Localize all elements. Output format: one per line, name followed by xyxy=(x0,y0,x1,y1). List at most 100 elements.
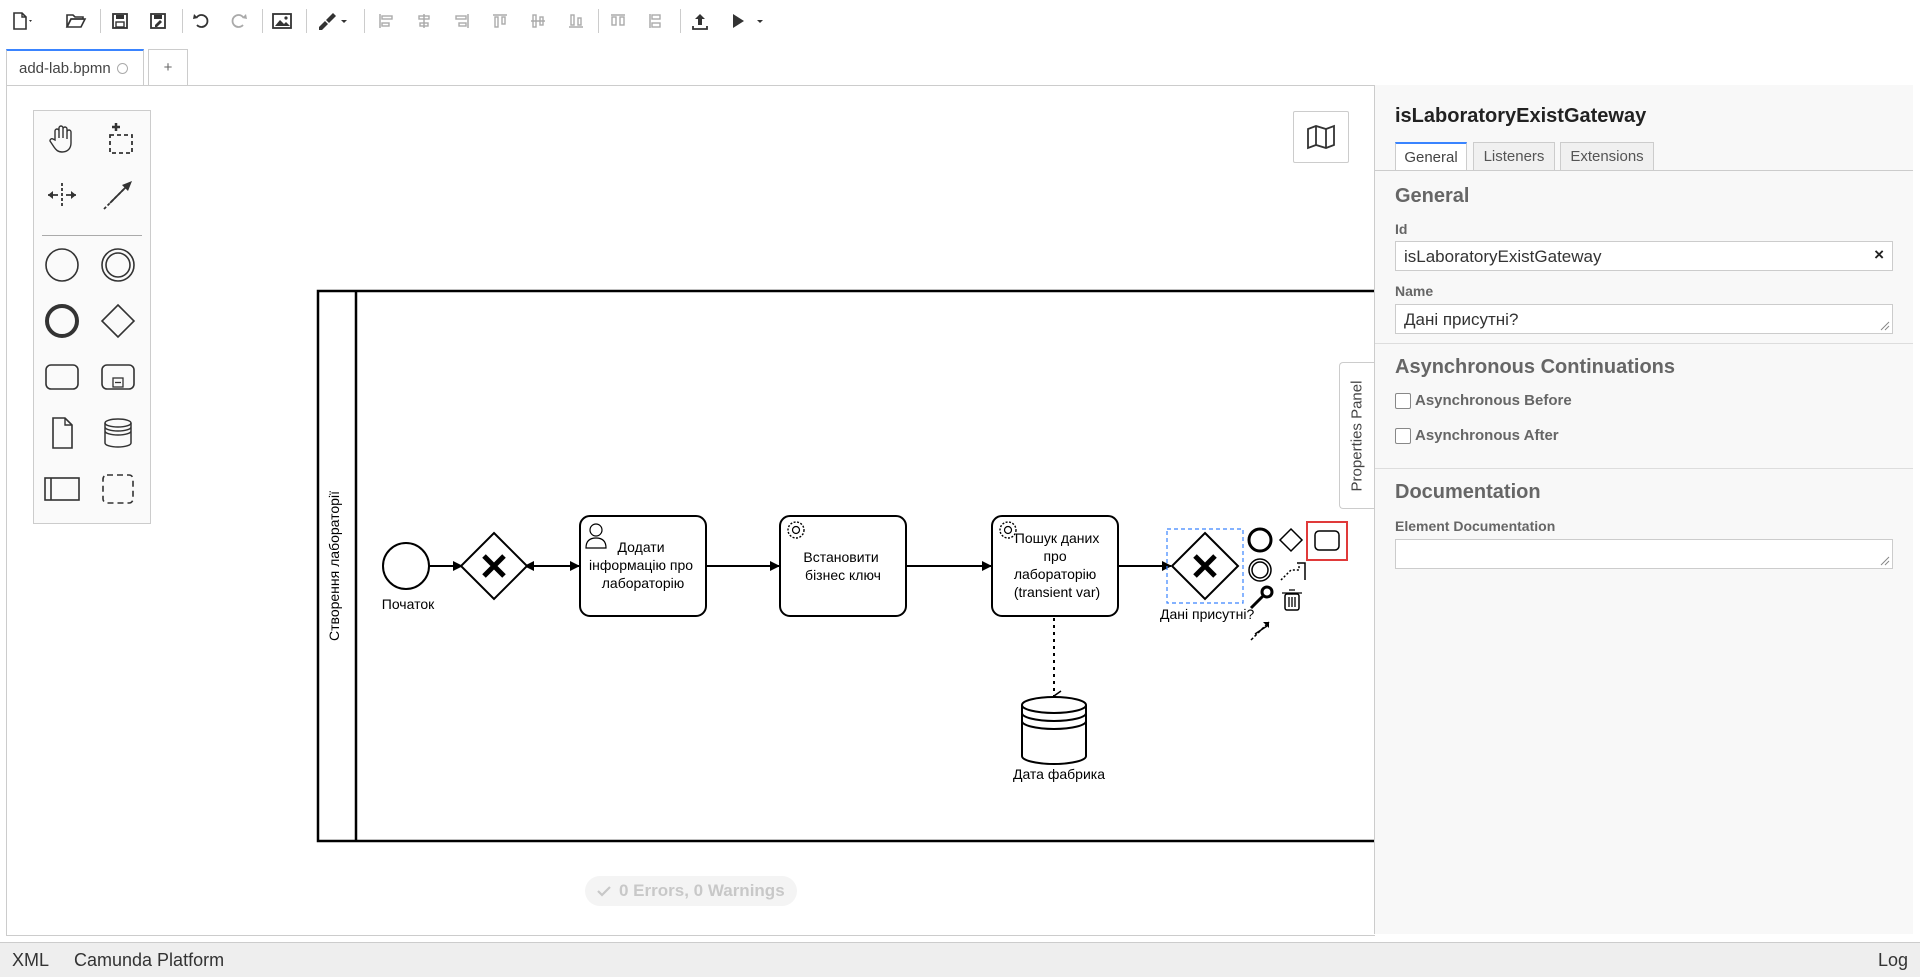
align-middle-button[interactable] xyxy=(524,8,552,34)
toolbar-separator xyxy=(364,9,365,33)
xml-button[interactable]: XML xyxy=(12,950,49,971)
tab-extensions[interactable]: Extensions xyxy=(1560,142,1654,170)
linting-status-text: 0 Errors, 0 Warnings xyxy=(619,881,785,900)
append-end-event-icon[interactable] xyxy=(1247,527,1273,553)
tab-add-lab[interactable]: add-lab.bpmn xyxy=(6,49,144,86)
export-image-button[interactable] xyxy=(268,8,296,34)
minimap-toggle[interactable] xyxy=(1293,111,1349,163)
global-connect-tool[interactable] xyxy=(96,173,140,217)
align-left-icon xyxy=(379,14,393,28)
clear-id-icon[interactable]: × xyxy=(1874,245,1884,265)
align-right-icon xyxy=(455,14,469,28)
create-intermediate-event[interactable] xyxy=(96,243,140,287)
task1-line3: лабораторію xyxy=(602,575,684,591)
data-store[interactable] xyxy=(1021,696,1087,765)
start-event[interactable] xyxy=(382,542,430,590)
hand-tool[interactable] xyxy=(40,117,84,161)
resize-handle-icon[interactable] xyxy=(1880,556,1890,566)
bpmn-canvas[interactable]: Створення лабораторії Початок Додати інф… xyxy=(6,85,1375,936)
save-as-button[interactable] xyxy=(144,8,172,34)
create-task[interactable] xyxy=(40,355,84,399)
align-bottom-icon xyxy=(569,14,583,28)
distribute-vertical-icon xyxy=(649,14,661,28)
open-file-button[interactable] xyxy=(62,8,90,34)
pool-label: Створення лабораторії xyxy=(326,491,342,641)
align-right-button[interactable] xyxy=(448,8,476,34)
section-divider xyxy=(1375,343,1913,344)
distribute-vertical-button[interactable] xyxy=(642,8,670,34)
start-event-icon xyxy=(45,248,79,282)
run-button[interactable] xyxy=(724,8,772,34)
async-before-label: Asynchronous Before xyxy=(1415,392,1572,409)
properties-panel-toggle-label: Properties Panel xyxy=(1348,380,1366,491)
color-picker-button[interactable] xyxy=(312,8,352,34)
tab-listeners[interactable]: Listeners xyxy=(1473,142,1555,170)
panel-title: isLaboratoryExistGateway xyxy=(1395,105,1647,127)
redo-button[interactable] xyxy=(224,8,252,34)
create-data-object[interactable] xyxy=(40,411,84,455)
tab-label: add-lab.bpmn xyxy=(19,60,111,77)
align-top-button[interactable] xyxy=(486,8,514,34)
undo-button[interactable] xyxy=(188,8,216,34)
check-icon xyxy=(597,886,611,897)
align-top-icon xyxy=(493,14,507,28)
end-event-icon xyxy=(45,304,79,338)
upload-icon xyxy=(692,14,708,30)
redo-icon xyxy=(231,14,247,28)
user-task[interactable]: Додати інформацію про лабораторію xyxy=(579,515,707,617)
align-center-button[interactable] xyxy=(410,8,438,34)
new-file-button[interactable] xyxy=(8,8,36,34)
task3-line3: лабораторію xyxy=(1014,566,1096,582)
properties-panel-toggle[interactable]: Properties Panel xyxy=(1339,362,1374,509)
name-label: Name xyxy=(1395,283,1434,299)
distribute-horizontal-button[interactable] xyxy=(604,8,632,34)
align-bottom-button[interactable] xyxy=(562,8,590,34)
append-intermediate-event-icon[interactable] xyxy=(1248,558,1272,582)
general-section-title: General xyxy=(1395,185,1470,207)
async-after-row[interactable]: Asynchronous After xyxy=(1395,427,1559,444)
folder-open-icon xyxy=(65,14,87,28)
deploy-button[interactable] xyxy=(686,8,714,34)
data-object-icon xyxy=(52,417,73,449)
documentation-label: Element Documentation xyxy=(1395,518,1556,534)
trash-icon[interactable] xyxy=(1282,589,1302,611)
create-group[interactable] xyxy=(96,467,140,511)
align-left-button[interactable] xyxy=(372,8,400,34)
create-pool[interactable] xyxy=(40,467,84,511)
tab-general[interactable]: General xyxy=(1395,142,1467,170)
hand-icon xyxy=(49,125,72,153)
create-data-store[interactable] xyxy=(96,411,140,455)
platform-label[interactable]: Camunda Platform xyxy=(74,950,224,971)
save-button[interactable] xyxy=(106,8,134,34)
linting-status[interactable]: 0 Errors, 0 Warnings xyxy=(585,876,797,906)
task1-line2: інформацію про xyxy=(589,557,693,573)
save-as-icon xyxy=(150,13,166,29)
align-center-icon xyxy=(418,14,430,28)
async-before-checkbox[interactable] xyxy=(1395,392,1411,409)
undo-icon xyxy=(193,14,209,28)
log-button[interactable]: Log xyxy=(1878,950,1908,971)
align-middle-icon xyxy=(531,14,545,28)
async-before-row[interactable]: Asynchronous Before xyxy=(1395,392,1572,409)
service-task[interactable]: Пошук даних про лабораторію (transient v… xyxy=(991,515,1119,617)
id-input[interactable]: isLaboratoryExistGateway × xyxy=(1395,241,1893,271)
async-after-checkbox[interactable] xyxy=(1395,427,1411,444)
gateway-icon xyxy=(100,303,136,339)
service-task[interactable]: Встановити бізнес ключ xyxy=(779,515,907,617)
resize-handle-icon[interactable] xyxy=(1880,321,1890,331)
add-tab-button[interactable]: + xyxy=(148,49,188,85)
documentation-section-title: Documentation xyxy=(1395,481,1541,503)
space-icon xyxy=(48,183,76,207)
unsaved-indicator-icon xyxy=(116,63,128,74)
space-tool[interactable] xyxy=(40,173,84,217)
create-start-event[interactable] xyxy=(40,243,84,287)
append-task-icon[interactable] xyxy=(1314,530,1340,551)
async-section-title: Asynchronous Continuations xyxy=(1395,356,1675,378)
task3-line4: (transient var) xyxy=(1014,584,1100,600)
documentation-textarea[interactable] xyxy=(1395,539,1893,569)
lasso-tool[interactable] xyxy=(96,117,140,161)
create-gateway[interactable] xyxy=(96,299,140,343)
name-textarea[interactable]: Дані присутні? xyxy=(1395,304,1893,334)
create-end-event[interactable] xyxy=(40,299,84,343)
create-subprocess[interactable] xyxy=(96,355,140,399)
